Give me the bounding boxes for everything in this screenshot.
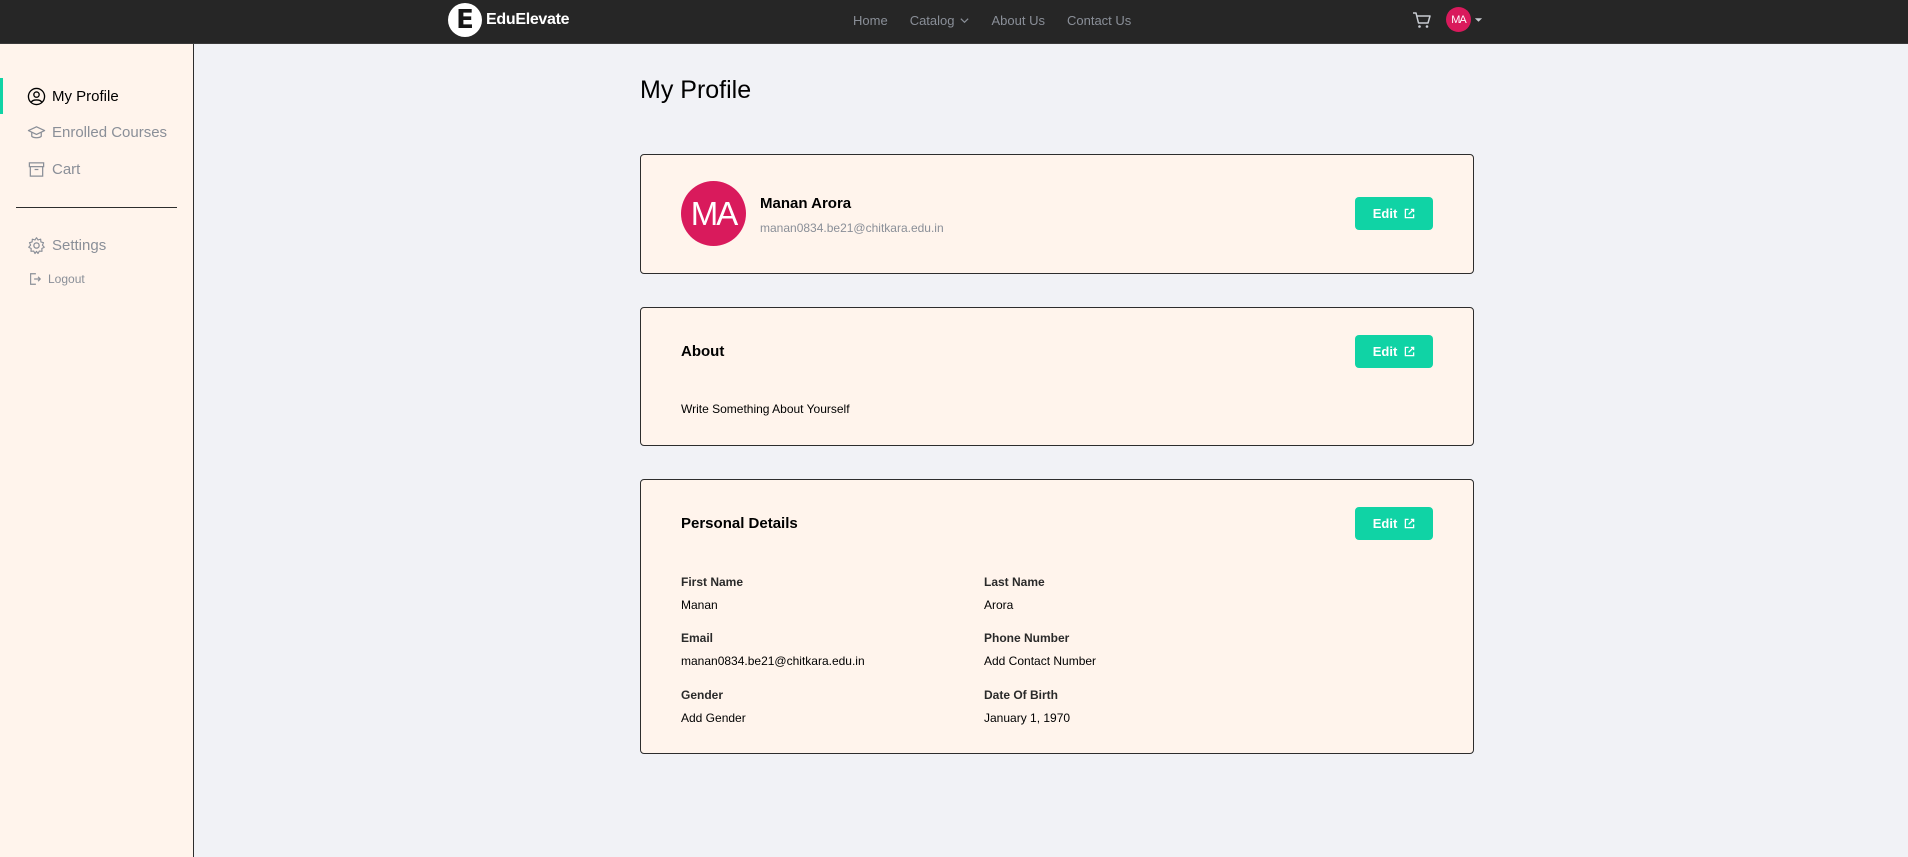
edit-button-label: Edit <box>1372 344 1398 359</box>
profile-name: Manan Arora <box>760 195 852 212</box>
chevron-down-icon <box>959 17 969 23</box>
sidebar: My Profile Enrolled Courses Cart Setting… <box>0 44 194 857</box>
graduation-cap-icon <box>27 125 46 138</box>
logout-button[interactable]: Logout <box>0 261 193 297</box>
edit-icon <box>1405 346 1415 357</box>
dob-label: Date Of Birth <box>984 688 1059 702</box>
brand-name: EduElevate <box>486 11 570 28</box>
top-navbar: E EduElevate Home Catalog About Us Conta… <box>0 0 1908 44</box>
nav-catalog-dropdown[interactable]: Catalog <box>910 13 970 28</box>
profile-email: manan0834.be21@chitkara.edu.in <box>760 221 944 235</box>
sidebar-item-settings[interactable]: Settings <box>0 227 193 263</box>
sidebar-item-enrolled-courses[interactable]: Enrolled Courses <box>0 114 193 150</box>
first-name-value: Manan <box>681 598 718 612</box>
nav-home-link[interactable]: Home <box>853 13 888 28</box>
gender-label: Gender <box>681 688 724 702</box>
gear-icon <box>28 236 45 254</box>
edit-icon <box>1405 208 1415 219</box>
sidebar-item-label: Settings <box>52 236 107 254</box>
personal-details-heading: Personal Details <box>681 515 798 532</box>
edit-profile-button[interactable]: Edit <box>1355 197 1433 230</box>
personal-details-card: Personal Details Edit First Name Manan L… <box>640 479 1474 754</box>
gender-value: Add Gender <box>681 711 746 725</box>
profile-avatar: MA <box>681 181 746 246</box>
logo-mark-icon: E <box>448 3 482 37</box>
logout-icon <box>30 273 42 285</box>
nav-about-link[interactable]: About Us <box>992 13 1045 28</box>
user-avatar[interactable]: MA <box>1446 7 1471 32</box>
about-card: About Edit Write Something About Yoursel… <box>640 307 1474 446</box>
nav-contact-link[interactable]: Contact Us <box>1067 13 1131 28</box>
edit-icon <box>1405 518 1415 529</box>
caret-down-icon[interactable] <box>1474 16 1483 24</box>
main-nav: Home Catalog About Us Contact Us <box>853 0 1153 40</box>
about-text: Write Something About Yourself <box>681 402 850 416</box>
user-circle-icon <box>27 87 46 105</box>
cart-icon[interactable] <box>1412 10 1432 30</box>
about-heading: About <box>681 343 725 360</box>
profile-summary-card: MA Manan Arora manan0834.be21@chitkara.e… <box>640 154 1474 274</box>
sidebar-item-label: Enrolled Courses <box>52 123 168 141</box>
sidebar-item-cart[interactable]: Cart <box>0 151 193 187</box>
last-name-label: Last Name <box>984 575 1045 589</box>
logout-label: Logout <box>48 272 85 286</box>
archive-box-icon <box>28 161 45 177</box>
dob-value: January 1, 1970 <box>984 711 1071 725</box>
edit-about-button[interactable]: Edit <box>1355 335 1433 368</box>
sidebar-divider <box>16 207 177 208</box>
nav-about-label: About Us <box>991 12 1045 28</box>
brand-logo[interactable]: E EduElevate <box>448 3 570 37</box>
edit-button-label: Edit <box>1372 516 1398 531</box>
email-label: Email <box>681 631 714 645</box>
nav-contact-label: Contact Us <box>1066 12 1132 28</box>
edit-details-button[interactable]: Edit <box>1355 507 1433 540</box>
nav-home-label: Home <box>853 12 888 28</box>
sidebar-item-label: Cart <box>52 160 81 178</box>
edit-button-label: Edit <box>1372 206 1398 221</box>
last-name-value: Arora <box>984 598 1014 612</box>
phone-value: Add Contact Number <box>984 654 1097 668</box>
phone-label: Phone Number <box>984 631 1070 645</box>
sidebar-item-my-profile[interactable]: My Profile <box>0 78 193 114</box>
email-value: manan0834.be21@chitkara.edu.in <box>681 654 865 668</box>
first-name-label: First Name <box>681 575 744 589</box>
nav-catalog-label: Catalog <box>909 12 955 28</box>
page-title: My Profile <box>640 76 752 104</box>
sidebar-item-label: My Profile <box>52 87 119 105</box>
